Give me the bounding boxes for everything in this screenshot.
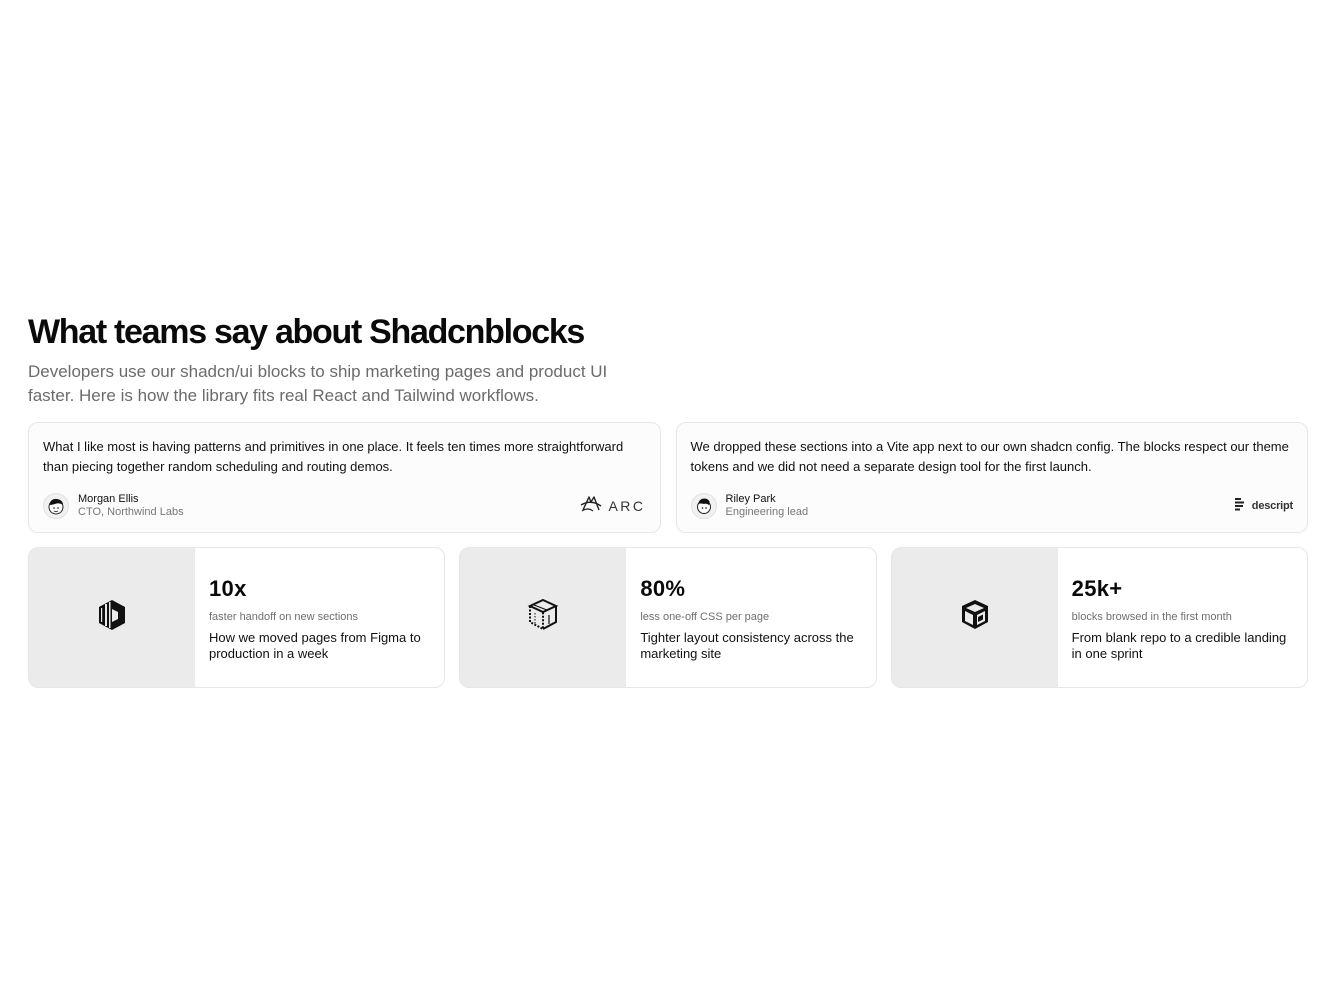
stat-card: 80% less one-off CSS per page Tighter la… — [459, 547, 877, 688]
author-name: Morgan Ellis — [78, 493, 139, 505]
testimonial-author: Morgan Ellis CTO, Northwind Labs — [43, 493, 184, 519]
stat-label: less one-off CSS per page — [640, 611, 770, 623]
box-cube-icon — [959, 598, 991, 637]
stat-description: How we moved pages from Figma to product… — [209, 630, 421, 661]
author-role: Engineering lead — [725, 506, 809, 518]
testimonial-author: Riley Park Engineering lead — [690, 493, 809, 519]
stat-card: 10x faster handoff on new sections How w… — [28, 547, 446, 688]
company-logo: descript — [1234, 497, 1293, 516]
testimonials-section: What teams say about Shadcnblocks Develo… — [28, 312, 1308, 688]
logo-text: ARC — [608, 498, 646, 514]
descript-logo-icon — [1234, 497, 1246, 516]
testimonial-quote: What I like most is having patterns and … — [43, 439, 624, 474]
testimonial-card: We dropped these sections into a Vite ap… — [675, 422, 1308, 533]
stat-description: From blank repo to a credible landing in… — [1071, 630, 1287, 661]
avatar — [43, 493, 69, 519]
stat-value: 25k+ — [1071, 576, 1123, 601]
author-role: CTO, Northwind Labs — [78, 506, 184, 518]
avatar — [690, 493, 717, 519]
stat-media — [891, 548, 1058, 687]
stat-label: blocks browsed in the first month — [1071, 611, 1232, 623]
section-title: What teams say about Shadcnblocks — [28, 313, 585, 351]
stat-value: 80% — [640, 576, 686, 601]
dotted-cube-icon — [527, 598, 559, 637]
stat-media — [29, 548, 195, 687]
section-subtitle: Developers use our shadcn/ui blocks to s… — [28, 362, 608, 405]
stat-card: 25k+ blocks browsed in the first month F… — [890, 547, 1308, 688]
testimonial-footer: Morgan Ellis CTO, Northwind Labs ARC — [43, 493, 646, 519]
company-logo: ARC — [580, 494, 645, 519]
stats-list: 10x faster handoff on new sections How w… — [28, 547, 1308, 688]
stat-value: 10x — [209, 576, 247, 601]
logo-text: descript — [1251, 500, 1293, 512]
arc-logo-icon — [580, 494, 602, 519]
hexagon-cube-icon — [96, 598, 128, 637]
testimonial-quote: We dropped these sections into a Vite ap… — [690, 439, 1289, 474]
testimonial-footer: Riley Park Engineering lead descript — [690, 493, 1293, 519]
testimonial-list: What I like most is having patterns and … — [28, 422, 1308, 533]
stat-media — [460, 548, 627, 687]
author-name: Riley Park — [725, 493, 776, 505]
stat-label: faster handoff on new sections — [209, 611, 359, 623]
stat-description: Tighter layout consistency across the ma… — [640, 630, 854, 661]
testimonial-card: What I like most is having patterns and … — [28, 422, 661, 533]
